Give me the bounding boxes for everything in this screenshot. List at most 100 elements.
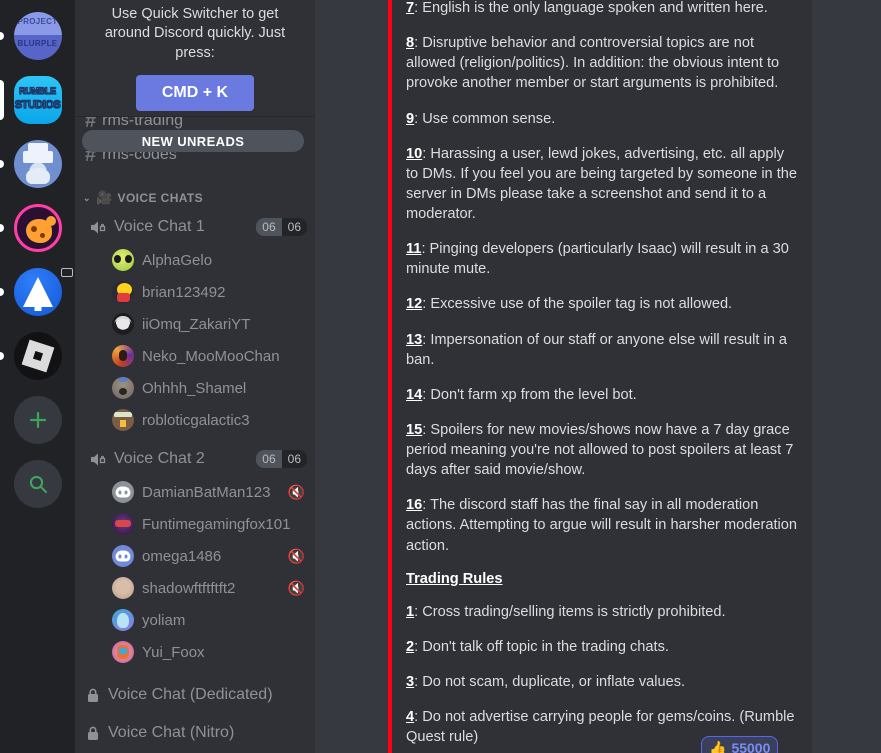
rule-item: 14: Don't farm xp from the level bot. (406, 385, 798, 405)
avatar (112, 345, 134, 367)
quick-switcher-text: Use Quick Switcher to get around Discord… (104, 5, 286, 61)
voice-member[interactable]: brian123492 (75, 276, 315, 308)
server-icon-line1: RUMBLE (19, 85, 57, 96)
trading-rule-item: 3: Do not scam, duplicate, or inflate va… (406, 672, 798, 692)
rule-text: : Impersonation of our staff or anyone e… (406, 331, 787, 368)
rule-text: : Disruptive behavior and controversial … (406, 35, 780, 92)
reaction-count: 55000 (731, 740, 771, 753)
voice-channel-voice-chat-1[interactable]: Voice Chat 1 06 06 (75, 210, 315, 244)
lock-icon (88, 726, 98, 740)
screen-share-icon (57, 262, 77, 282)
voice-member-name: Funtimegamingfox101 (142, 515, 291, 533)
voice-member[interactable]: AlphaGelo (75, 244, 315, 276)
channel-name: Voice Chat (Dedicated) (108, 686, 273, 703)
rule-number: 1 (406, 603, 415, 620)
avatar (112, 481, 134, 503)
message-reaction[interactable]: 👍 55000 (701, 736, 779, 753)
rule-text: : Use common sense. (414, 110, 556, 127)
rule-item: 9: Use common sense. (406, 109, 798, 129)
voice-member[interactable]: omega1486 🔇 (75, 540, 315, 572)
explore-servers-button[interactable] (0, 456, 75, 512)
rule-item: 15: Spoilers for new movies/shows now ha… (406, 420, 798, 480)
server-icon-project-blurple[interactable]: PROJECT BLURPLE (13, 12, 62, 60)
blob-eye-shape (30, 226, 37, 232)
muted-icon-red: 🔇 (287, 580, 305, 596)
voice-member-name: yoliam (142, 611, 186, 629)
voice-member[interactable]: iiOmq_ZakariYT (75, 308, 315, 340)
server-icon-top-hat[interactable] (13, 140, 62, 188)
server-item-project-blurple[interactable]: PROJECT BLURPLE (0, 8, 75, 64)
avatar (112, 641, 134, 663)
voice-member[interactable]: Neko_MooMooChan (75, 340, 315, 372)
category-label: VOICE CHATS (117, 191, 204, 205)
tree-trunk-shape (34, 305, 41, 311)
rule-text: : Excessive use of the spoiler tag is no… (422, 296, 733, 313)
voice-channel-dedicated[interactable]: Voice Chat (Dedicated) (75, 676, 315, 714)
user-limit-current: 06 (256, 450, 282, 468)
voice-channel-voice-chat-2[interactable]: Voice Chat 2 06 06 (75, 442, 315, 476)
voice-member-name: AlphaGelo (142, 251, 213, 269)
thumbs-up-icon: 👍 (709, 739, 727, 753)
blob-eye-shape (39, 233, 45, 238)
voice-locked-icon (91, 221, 106, 233)
rule-number: 2 (406, 638, 415, 655)
voice-member[interactable]: Yui_Foox (75, 636, 315, 668)
rule-text: : Cross trading/selling items is strictl… (414, 603, 726, 620)
blob-arm-shape (45, 216, 56, 226)
rule-item: 13: Impersonation of our staff or anyone… (406, 330, 798, 370)
voice-member[interactable]: Funtimegamingfox101 (75, 508, 315, 540)
avatar (112, 249, 134, 271)
voice-channel-name: Voice Chat 2 (114, 450, 205, 467)
unread-indicator (0, 352, 4, 360)
unread-indicator (0, 32, 4, 40)
server-icon-christmas-tree[interactable] (13, 268, 62, 316)
voice-member[interactable]: robloticgalactic3 (75, 404, 315, 436)
category-voice-chats[interactable]: ⌄ 🎥 VOICE CHATS (75, 172, 315, 210)
voice-channel-nitro[interactable]: Voice Chat (Nitro) (75, 714, 315, 752)
plus-icon[interactable] (13, 396, 62, 444)
rule-number: 7 (406, 0, 415, 16)
voice-member[interactable]: Ohhhh_Shamel (75, 372, 315, 404)
avatar (112, 609, 134, 631)
user-limit-badge: 06 06 (256, 218, 307, 236)
voice-member-name: omega1486 (142, 547, 222, 565)
server-item-top-hat[interactable] (0, 136, 75, 192)
lock-icon (88, 688, 98, 702)
server-icon-roblox[interactable] (13, 332, 62, 380)
search-icon-svg (29, 475, 47, 494)
rule-number: 13 (406, 331, 423, 348)
server-item-pink-blob[interactable] (0, 200, 75, 256)
rule-item: 8: Disruptive behavior and controversial… (406, 33, 798, 93)
voice-member[interactable]: yoliam (75, 604, 315, 636)
voice-member-name: Ohhhh_Shamel (142, 379, 247, 397)
server-icon-pink-blob[interactable] (13, 204, 62, 252)
active-server-indicator (0, 80, 4, 120)
search-icon[interactable] (13, 460, 62, 508)
voice-locked-icon (91, 453, 106, 465)
video-camera-icon: 🎥 (95, 190, 113, 205)
voice-member[interactable]: DamianBatMan123 🔇 (75, 476, 315, 508)
server-item-christmas-tree[interactable] (0, 262, 77, 320)
rule-number: 11 (406, 241, 422, 258)
server-item-roblox[interactable] (0, 328, 75, 384)
voice-member[interactable]: shadowftftftft2 🔇 (75, 572, 315, 604)
rule-number: 4 (406, 709, 415, 725)
rule-text: : Do not scam, duplicate, or inflate val… (414, 673, 686, 690)
rule-text: : Spoilers for new movies/shows now have… (406, 421, 794, 479)
server-item-rumble-studios[interactable]: RUMBLE STUDIOS (0, 72, 75, 128)
server-icon-line2: STUDIOS (14, 98, 61, 111)
server-icon-rumble-studios[interactable]: RUMBLE STUDIOS (13, 76, 62, 124)
voice-member-name: DamianBatMan123 (142, 483, 271, 501)
quick-switcher-shortcut-button[interactable]: CMD + K (135, 75, 255, 112)
avatar (112, 545, 134, 567)
add-server-button[interactable] (0, 392, 75, 448)
character-shape (25, 168, 50, 184)
new-unreads-banner[interactable]: NEW UNREADS (82, 130, 304, 152)
rule-number: 10 (406, 145, 423, 162)
user-limit-max: 06 (281, 218, 307, 236)
avatar (112, 513, 134, 535)
trading-rule-item: 1: Cross trading/selling items is strict… (406, 602, 798, 622)
avatar (112, 377, 134, 399)
rule-number: 15 (406, 421, 423, 438)
user-limit-current: 06 (256, 218, 282, 236)
